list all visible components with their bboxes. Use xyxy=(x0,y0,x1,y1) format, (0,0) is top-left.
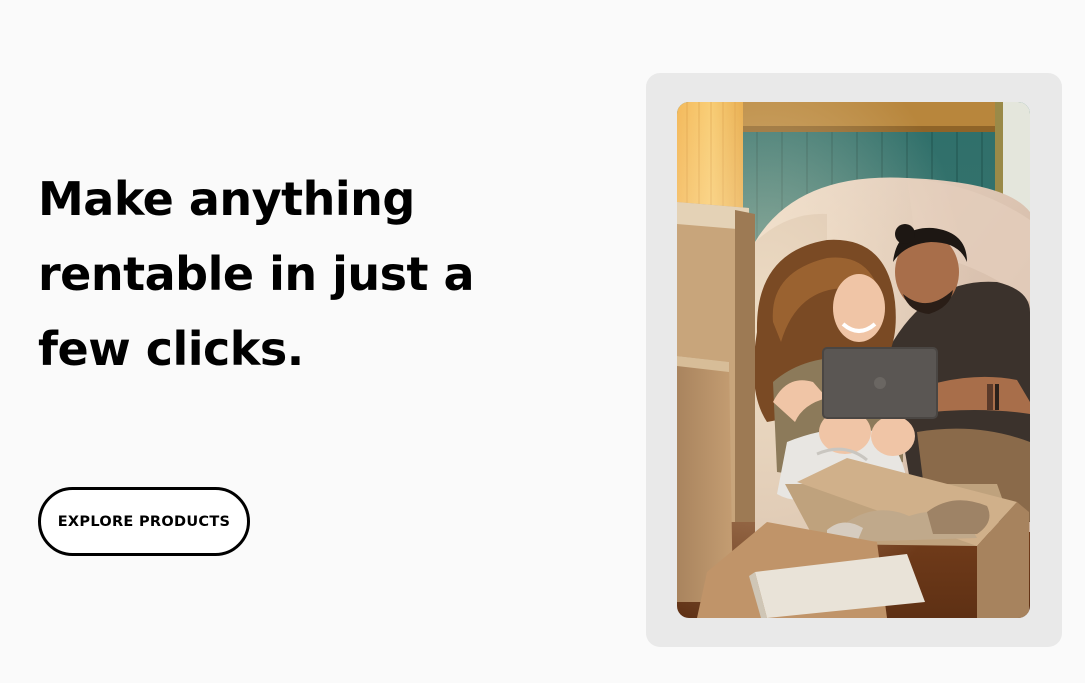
explore-products-button[interactable]: EXPLORE PRODUCTS xyxy=(38,487,250,556)
hero-headline: Make anything rentable in just a few cli… xyxy=(38,172,475,376)
hero-image-frame xyxy=(646,73,1062,647)
hero-photo xyxy=(677,102,1030,618)
couple-moving-in-illustration xyxy=(677,102,1030,618)
hero-section: Make anything rentable in just a few cli… xyxy=(0,0,1085,683)
